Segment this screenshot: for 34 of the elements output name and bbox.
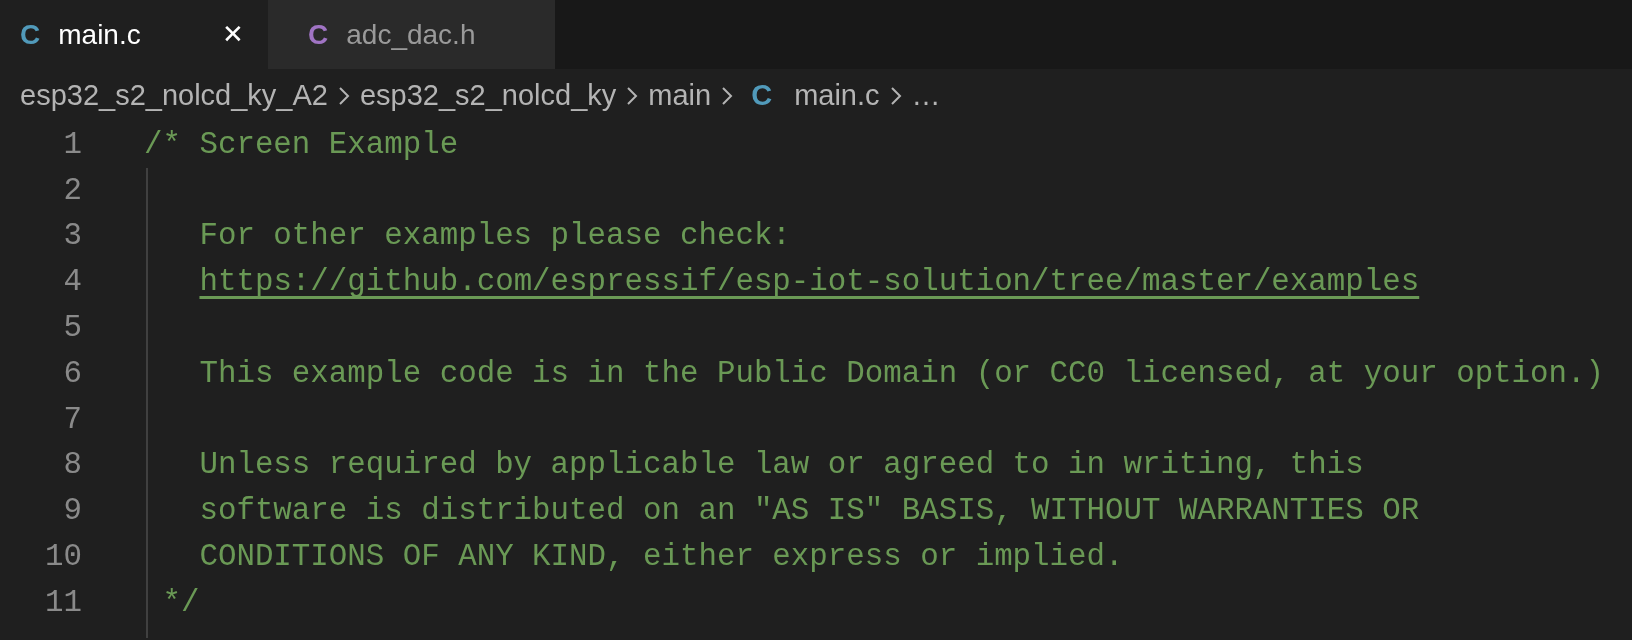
c-file-icon: C <box>20 13 41 56</box>
code-comment: CONDITIONS OF ANY KIND, either express or implied. <box>198 538 1124 576</box>
line-number: 6 <box>62 354 82 393</box>
chevron-icon <box>337 85 350 106</box>
editor-tab[interactable]: C adc_dac.h <box>268 0 555 69</box>
chevron-icon <box>721 85 734 106</box>
line-number: 11 <box>44 583 82 622</box>
line-number: 3 <box>62 217 82 256</box>
line-number: 7 <box>62 400 82 439</box>
line-number: 4 <box>62 263 82 302</box>
code-comment: software is distributed on an "AS IS" BASIS, WITHOUT WARRANTIES OR <box>198 492 1420 531</box>
breadcrumb-item[interactable]: main <box>648 73 712 118</box>
code-comment: */ <box>161 583 200 622</box>
close-icon[interactable]: ✕ <box>222 15 244 54</box>
line-number: 5 <box>62 309 82 347</box>
c-file-icon: C <box>308 13 329 56</box>
code-comment: Unless required by applicable law or agreed to in writing, this <box>198 446 1364 485</box>
editor-tab[interactable]: C main.c ✕ <box>0 0 268 69</box>
line-number: 10 <box>44 538 82 576</box>
breadcrumb-item[interactable]: esp32_s2_nolcd_ky <box>359 73 617 118</box>
code-comment: This example code is in the Public Domain (or CC0 licensed, at your option.) <box>198 354 1604 393</box>
breadcrumb-item[interactable]: main.c <box>794 73 880 118</box>
chevron-icon <box>626 85 639 106</box>
code-comment: /* Screen Example <box>144 125 459 164</box>
breadcrumb-item[interactable]: … <box>911 73 941 118</box>
code-comment: For other examples please check: <box>198 217 791 256</box>
line-number: 9 <box>62 492 82 531</box>
breadcrumb-item[interactable]: esp32_s2_nolcd_ky_A2 <box>20 73 328 118</box>
line-number: 1 <box>62 125 82 164</box>
code-link[interactable]: https://github.com/espressif/esp-iot-solution/tree/master/examples <box>199 264 1420 300</box>
c-file-icon: C <box>751 73 773 118</box>
line-number: 2 <box>62 171 82 210</box>
line-number: 8 <box>62 446 82 485</box>
chevron-icon <box>889 85 902 106</box>
